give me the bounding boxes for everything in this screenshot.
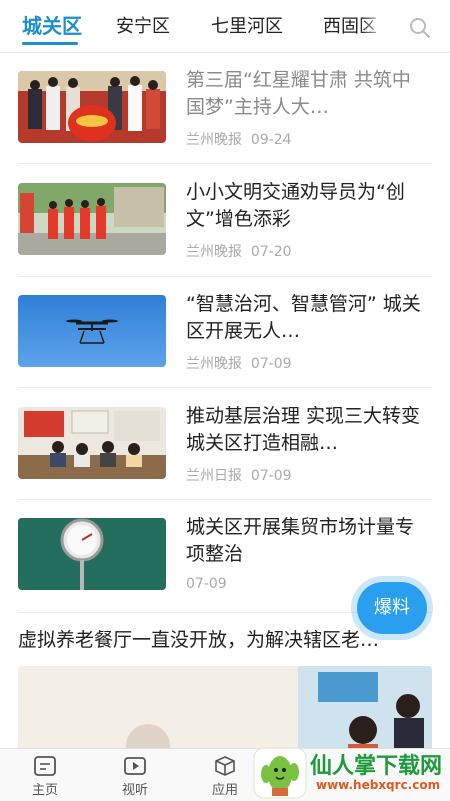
search-button[interactable] xyxy=(398,8,442,44)
news-title: 城关区开展集贸市场计量专项整治 xyxy=(186,516,415,565)
search-icon xyxy=(410,18,430,38)
tab-chengguan[interactable]: 城关区 xyxy=(22,10,82,39)
home-icon xyxy=(34,756,56,776)
nav-home[interactable]: 主页 xyxy=(13,749,77,801)
news-meta: 兰州晚报 07-20 xyxy=(186,241,292,261)
watermark-brand: 仙人掌下载网 xyxy=(310,754,443,779)
news-date: 07-09 xyxy=(186,576,227,592)
news-title: 推动基层治理 实现三大转变 城关区打造相融… xyxy=(186,405,421,454)
news-meta: 07-09 xyxy=(186,576,227,592)
nav-home-label: 主页 xyxy=(31,783,58,798)
news-meta: 兰州晚报 07-09 xyxy=(186,353,292,373)
news-date: 07-09 xyxy=(250,356,292,372)
news-date: 07-09 xyxy=(250,468,292,484)
tab-qilihe[interactable]: 七里河区 xyxy=(211,12,283,38)
video-icon xyxy=(124,757,146,775)
news-source: 兰州晚报 xyxy=(186,244,242,260)
news-meta: 兰州晚报 09-24 xyxy=(186,129,292,149)
cube-icon xyxy=(215,756,235,776)
news-thumbnail-ceremony xyxy=(18,71,166,143)
divider xyxy=(18,163,432,164)
divider xyxy=(18,387,432,388)
nav-apps[interactable]: 应用 xyxy=(193,749,257,801)
watermark-url: www.hebxqrc.com xyxy=(316,778,441,792)
active-tab-indicator xyxy=(22,42,78,45)
news-date: 09-24 xyxy=(250,132,292,148)
news-thumbnail-meeting xyxy=(18,407,166,479)
news-source: 兰州晚报 xyxy=(186,132,242,148)
news-date: 07-20 xyxy=(250,244,292,260)
news-source: 兰州日报 xyxy=(186,468,242,484)
news-thumbnail-gauge xyxy=(18,518,166,590)
news-meta: 兰州日报 07-09 xyxy=(186,465,292,485)
divider xyxy=(18,499,432,500)
nav-video-label: 视听 xyxy=(121,783,148,798)
news-thumbnail-traffic-volunteers xyxy=(18,183,166,255)
tab-anning[interactable]: 安宁区 xyxy=(116,12,170,38)
nav-apps-label: 应用 xyxy=(211,783,238,798)
news-headline[interactable]: 虚拟养老餐厅一直没开放，为解决辖区老… xyxy=(18,625,432,652)
cactus-logo-icon xyxy=(253,747,307,799)
district-tabs: 城关区 安宁区 七里河区 西固区 xyxy=(0,0,450,53)
site-watermark: 仙人掌下载网 www.hebxqrc.com xyxy=(250,744,450,800)
divider xyxy=(18,276,432,277)
news-large-image[interactable] xyxy=(18,666,432,756)
nav-video[interactable]: 视听 xyxy=(103,749,167,801)
news-title: 第三届“红星耀甘肃 共筑中国梦”主持人大… xyxy=(186,69,411,118)
tab-fade-overlay xyxy=(360,0,392,50)
news-title: “智慧治河、智慧管河” 城关区开展无人… xyxy=(186,293,421,342)
news-thumbnail-drone xyxy=(18,295,166,367)
news-source: 兰州晚报 xyxy=(186,356,242,372)
news-title: 小小文明交通劝导员为“创文”增色添彩 xyxy=(186,181,405,230)
